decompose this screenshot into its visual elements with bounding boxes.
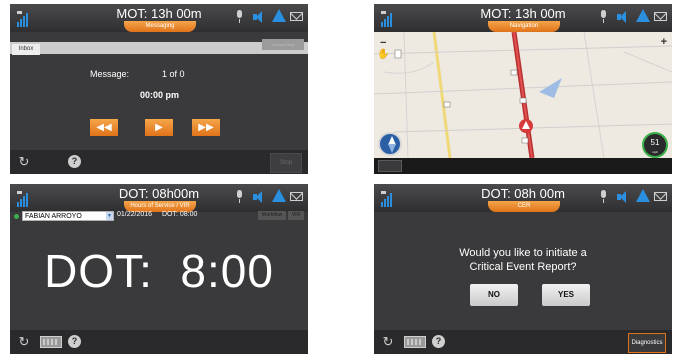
message-count: 1 of 0: [162, 69, 185, 79]
bottom-bar: ↻ ? Diagnostics: [374, 330, 672, 354]
microphone-icon[interactable]: [236, 10, 242, 24]
warning-icon[interactable]: [636, 9, 650, 22]
play-button[interactable]: ▶: [145, 119, 173, 136]
top-bar: DOT: 08h00m Hours of Service / VIR: [10, 184, 308, 212]
unread-only-button[interactable]: Unread Only: [262, 39, 304, 50]
hos-date: 01/22/2016: [117, 211, 153, 218]
refresh-icon[interactable]: ↻: [381, 335, 395, 349]
speed-value: 51: [650, 138, 660, 147]
driver-status-indicator: [14, 214, 19, 219]
keyboard-icon[interactable]: [40, 336, 62, 348]
speaker-icon[interactable]: [617, 10, 629, 24]
bottom-bar: [374, 158, 672, 174]
speaker-icon[interactable]: [253, 190, 265, 204]
speaker-icon[interactable]: [617, 190, 629, 204]
speaker-icon[interactable]: [253, 10, 265, 24]
map-view[interactable]: ✋: [374, 32, 672, 158]
refresh-icon[interactable]: ↻: [17, 155, 31, 169]
hos-panel: DOT: 08h00m Hours of Service / VIR FABIA…: [10, 184, 308, 354]
workflow-button[interactable]: Workflow: [258, 211, 286, 220]
map-thumbnail[interactable]: [378, 160, 402, 172]
help-icon[interactable]: ?: [432, 335, 445, 348]
cer-panel: DOT: 08h 00m CER Would you like to initi…: [374, 184, 672, 354]
top-bar: MOT: 13h 00m Navigation: [374, 4, 672, 32]
cer-question: Would you like to initiate a Critical Ev…: [374, 246, 672, 274]
tab-cer[interactable]: CER: [488, 201, 560, 212]
hos-dot-value: DOT: 08:00: [162, 211, 198, 218]
navigation-panel: MOT: 13h 00m Navigation ✋ − + 51 mph: [374, 4, 672, 174]
diagnostics-button[interactable]: Diagnostics: [628, 333, 666, 353]
warning-icon[interactable]: [636, 189, 650, 202]
message-time: 00:00 pm: [140, 90, 180, 100]
microphone-icon[interactable]: [600, 10, 606, 24]
yes-button[interactable]: YES: [542, 284, 590, 306]
driver-name: FABIAN ARROYO: [25, 213, 82, 220]
speed-unit: mph: [652, 150, 658, 154]
speedometer-icon: 51 mph: [642, 132, 668, 158]
mail-icon[interactable]: [654, 12, 667, 21]
help-icon[interactable]: ?: [68, 335, 81, 348]
mail-icon[interactable]: [654, 192, 667, 201]
rewind-button[interactable]: ◀◀: [90, 119, 118, 136]
mail-icon[interactable]: [290, 192, 303, 201]
tab-navigation[interactable]: Navigation: [488, 21, 560, 32]
warning-icon[interactable]: [272, 9, 286, 22]
top-bar: DOT: 08h 00m CER: [374, 184, 672, 212]
mail-icon[interactable]: [290, 12, 303, 21]
fast-forward-button[interactable]: ▶▶: [192, 119, 220, 136]
tab-inbox[interactable]: Inbox: [12, 44, 40, 55]
stop-button[interactable]: Stop: [270, 153, 302, 173]
cer-question-line1: Would you like to initiate a: [459, 247, 587, 259]
help-icon[interactable]: ?: [68, 155, 81, 168]
hand-icon[interactable]: ✋: [377, 49, 389, 60]
microphone-icon[interactable]: [236, 190, 242, 204]
chevron-down-icon[interactable]: ▼: [106, 212, 113, 220]
tab-messaging[interactable]: Messaging: [124, 21, 196, 32]
driver-select[interactable]: FABIAN ARROYO ▼: [22, 211, 114, 221]
zoom-out-button[interactable]: −: [380, 37, 386, 49]
no-button[interactable]: NO: [470, 284, 518, 306]
microphone-icon[interactable]: [600, 190, 606, 204]
map-roads: [374, 32, 672, 158]
compass-icon[interactable]: [378, 132, 402, 156]
warning-icon[interactable]: [272, 189, 286, 202]
top-bar: MOT: 13h 00m Messaging: [10, 4, 308, 32]
keyboard-icon[interactable]: [404, 336, 426, 348]
message-label: Message:: [90, 69, 130, 79]
messaging-panel: MOT: 13h 00m Messaging Inbox Unread Only…: [10, 4, 308, 174]
vir-button[interactable]: VIR: [288, 211, 304, 220]
bottom-bar: ↻ ?: [10, 330, 308, 354]
zoom-in-button[interactable]: +: [661, 36, 667, 48]
bottom-bar: ↻ ? Stop: [10, 150, 308, 174]
dot-big-display: DOT: 8:00: [44, 245, 274, 297]
cer-question-line2: Critical Event Report?: [469, 261, 577, 273]
refresh-icon[interactable]: ↻: [17, 335, 31, 349]
